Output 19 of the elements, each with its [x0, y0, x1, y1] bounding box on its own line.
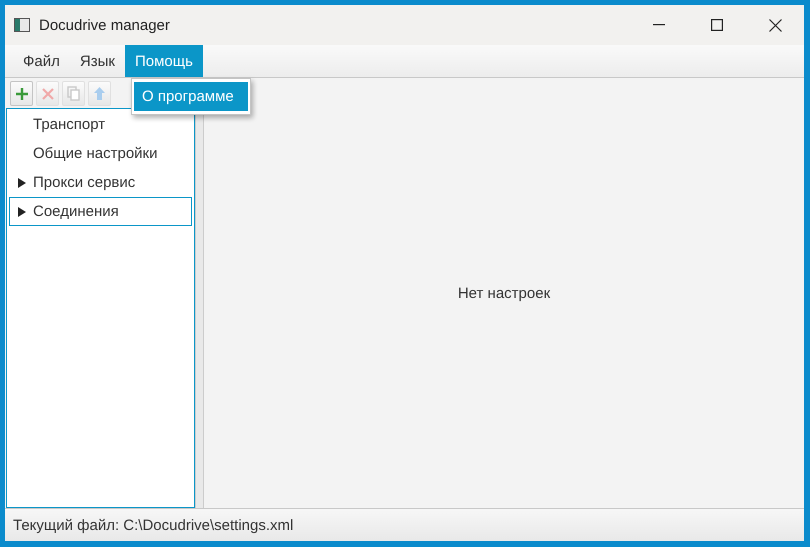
tree-item[interactable]: Общие настройки: [33, 145, 158, 162]
minimize-icon: [653, 24, 665, 26]
expand-arrow-icon[interactable]: [18, 206, 26, 216]
empty-message: Нет настроек: [458, 284, 550, 302]
copy-icon: [67, 86, 80, 101]
add-button[interactable]: [10, 81, 33, 106]
menu-item[interactable]: Файл: [13, 45, 70, 77]
close-icon: [42, 88, 54, 100]
close-icon: [768, 18, 782, 32]
window-title: Docudrive manager: [39, 16, 171, 34]
arrow-up-icon: [93, 86, 106, 101]
expand-arrow-icon[interactable]: [18, 178, 26, 188]
menu-item[interactable]: Язык: [70, 45, 125, 77]
status-bar: Текущий файл: C:\Docudrive\settings.xml: [5, 508, 804, 541]
maximize-icon: [711, 19, 723, 31]
plus-icon: [14, 86, 28, 100]
tree-item[interactable]: Транспорт: [33, 116, 106, 133]
tree-item[interactable]: Прокси сервис: [33, 174, 136, 191]
app-icon: [14, 18, 30, 32]
